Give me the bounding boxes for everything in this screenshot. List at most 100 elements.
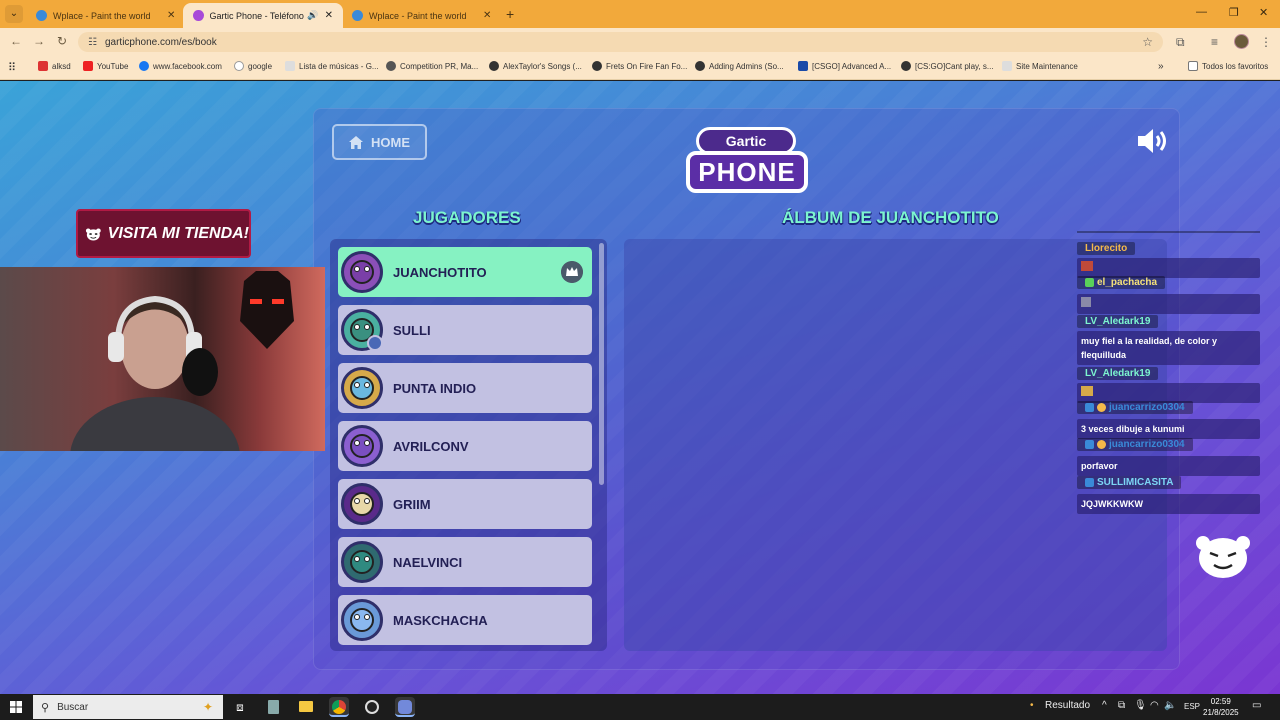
tray-expand-icon[interactable]: ^: [1102, 700, 1107, 711]
bookmark-label: Adding Admins (So...: [709, 61, 784, 71]
mask-image: [240, 271, 294, 349]
player-row[interactable]: NAELVINCI: [338, 537, 592, 587]
players-scrollbar[interactable]: [599, 243, 604, 485]
back-icon[interactable]: ←: [10, 34, 22, 48]
tab-wplace-1[interactable]: Wplace - Paint the world ✕: [26, 3, 185, 28]
sparkle-icon: ✦: [202, 700, 213, 714]
chat-username-text: juancarrizo0304: [1109, 402, 1185, 413]
profile-avatar[interactable]: [1234, 34, 1249, 49]
notifications-icon[interactable]: ▭: [1252, 700, 1261, 711]
wifi-icon[interactable]: ◠: [1150, 700, 1159, 711]
bookmark-item[interactable]: [CS:GO]Cant play, s...: [901, 61, 994, 71]
audio-playing-icon[interactable]: 🔊: [307, 10, 318, 21]
chat-body: muy fiel a la realidad, de color y flequ…: [1077, 331, 1260, 365]
window-close-icon[interactable]: ✕: [1259, 6, 1268, 19]
bookmark-item[interactable]: alksd: [38, 61, 71, 71]
minimize-icon[interactable]: —: [1196, 6, 1207, 18]
gartic-icon: [193, 10, 204, 21]
widget-label[interactable]: Resultado: [1045, 700, 1090, 711]
chat-username: SULLIMICASITA: [1077, 476, 1182, 489]
emote-icon: [1081, 297, 1091, 307]
bookmark-item[interactable]: google: [234, 61, 272, 71]
webcam-feed: [0, 267, 325, 451]
bookmark-item[interactable]: AlexTaylor's Songs (...: [489, 61, 582, 71]
bookmark-label: Frets On Fire Fan Fo...: [606, 61, 688, 71]
player-name: AVRILCONV: [393, 438, 469, 454]
bookmark-item[interactable]: www.facebook.com: [139, 61, 222, 71]
bookmark-star-icon[interactable]: ☆: [1142, 35, 1153, 49]
calculator-icon[interactable]: [263, 697, 283, 717]
forward-icon[interactable]: →: [33, 34, 45, 48]
album-title: ÁLBUM DE JUANCHOTITO: [782, 208, 999, 227]
user-icon: [367, 335, 383, 351]
chrome-icon[interactable]: [329, 697, 349, 717]
bookmark-item[interactable]: Site Maintenance: [1002, 61, 1078, 71]
tab-title: Wplace - Paint the world: [53, 10, 151, 21]
player-avatar: [341, 483, 383, 525]
player-row[interactable]: GRIIM: [338, 479, 592, 529]
player-name: SULLI: [393, 322, 431, 338]
player-row[interactable]: AVRILCONV: [338, 421, 592, 471]
task-view-icon[interactable]: ⧈: [230, 697, 250, 717]
tab-gartic[interactable]: Gartic Phone - Teléfono Del 🔊 ✕: [183, 3, 343, 28]
player-avatar: [341, 367, 383, 409]
bookmark-item[interactable]: Adding Admins (So...: [695, 61, 784, 71]
tab-wplace-2[interactable]: Wplace - Paint the world ✕: [342, 3, 501, 28]
home-button[interactable]: HOME: [332, 124, 427, 160]
game-page: HOME Gartic PHONE JUGADORES ÁLBUM DE JUA…: [0, 81, 1280, 694]
volume-icon[interactable]: 🔈: [1164, 700, 1176, 711]
close-icon[interactable]: ✕: [167, 10, 175, 21]
url-text: garticphone.com/es/book: [104, 36, 217, 48]
clock[interactable]: 02:59 21/8/2025: [1203, 696, 1239, 718]
page-icon: [1002, 61, 1012, 71]
bookmark-item[interactable]: Frets On Fire Fan Fo...: [592, 61, 687, 71]
bookmark-item[interactable]: YouTube: [83, 61, 128, 71]
close-icon[interactable]: ✕: [483, 10, 491, 21]
all-bookmarks-folder[interactable]: Todos los favoritos: [1188, 61, 1268, 71]
bookmark-item[interactable]: Lista de músicas - G...: [285, 61, 379, 71]
apps-icon[interactable]: ⠿: [8, 61, 16, 74]
maximize-icon[interactable]: ❐: [1229, 6, 1239, 19]
chat-message: el_pachacha: [1077, 274, 1260, 314]
reload-icon[interactable]: ↻: [57, 34, 67, 48]
obs-icon[interactable]: [362, 697, 382, 717]
file-explorer-icon[interactable]: [296, 697, 316, 717]
bookmark-item[interactable]: Competition PR, Ma...: [386, 61, 478, 71]
menu-icon[interactable]: ⋮: [1260, 35, 1272, 49]
close-icon[interactable]: ✕: [325, 10, 333, 21]
site-icon: [386, 61, 396, 71]
more-bookmarks-icon[interactable]: »: [1158, 61, 1164, 72]
address-bar[interactable]: ☷ garticphone.com/es/book ☆: [78, 32, 1163, 52]
github-icon: [592, 61, 602, 71]
tab-search-button[interactable]: ⌄: [5, 5, 23, 23]
bookmark-label: www.facebook.com: [153, 61, 222, 71]
site-info-icon[interactable]: ☷: [88, 37, 97, 48]
player-row[interactable]: MASKCHACHA: [338, 595, 592, 645]
chat-username-text: el_pachacha: [1097, 277, 1158, 288]
home-label: HOME: [371, 134, 410, 150]
badge-icon: [1085, 478, 1094, 487]
players-title: JUGADORES: [413, 208, 521, 227]
discord-icon[interactable]: [395, 697, 415, 717]
bookmark-item[interactable]: [CSGO] Advanced A...: [798, 61, 891, 71]
microphone-icon[interactable]: 🎙: [1134, 700, 1147, 711]
language-indicator[interactable]: ESP: [1184, 702, 1200, 711]
new-tab-button[interactable]: +: [506, 6, 514, 22]
speaker-icon[interactable]: [1136, 127, 1170, 155]
bookmark-label: Competition PR, Ma...: [400, 61, 479, 71]
windows-start-icon[interactable]: [10, 701, 22, 713]
player-row[interactable]: SULLI: [338, 305, 592, 355]
player-avatar: [341, 251, 383, 293]
emote-icon: [1081, 261, 1093, 271]
chat-body: porfavor: [1077, 456, 1260, 476]
tray-app-icon[interactable]: ⧉: [1118, 700, 1125, 711]
media-control-icon[interactable]: ≡: [1211, 35, 1218, 49]
notification-dot-icon: •: [1030, 700, 1034, 711]
player-row[interactable]: JUANCHOTITO: [338, 247, 592, 297]
chat-message: Llorecito: [1077, 238, 1260, 278]
extensions-icon[interactable]: ⧉: [1176, 35, 1185, 50]
taskbar-search[interactable]: ⚲ Buscar ✦: [33, 695, 223, 719]
bookmark-label: alksd: [52, 61, 71, 71]
players-list[interactable]: JUANCHOTITO SULLI PUNTA INDIO AVRILCONV …: [330, 239, 607, 651]
player-row[interactable]: PUNTA INDIO: [338, 363, 592, 413]
